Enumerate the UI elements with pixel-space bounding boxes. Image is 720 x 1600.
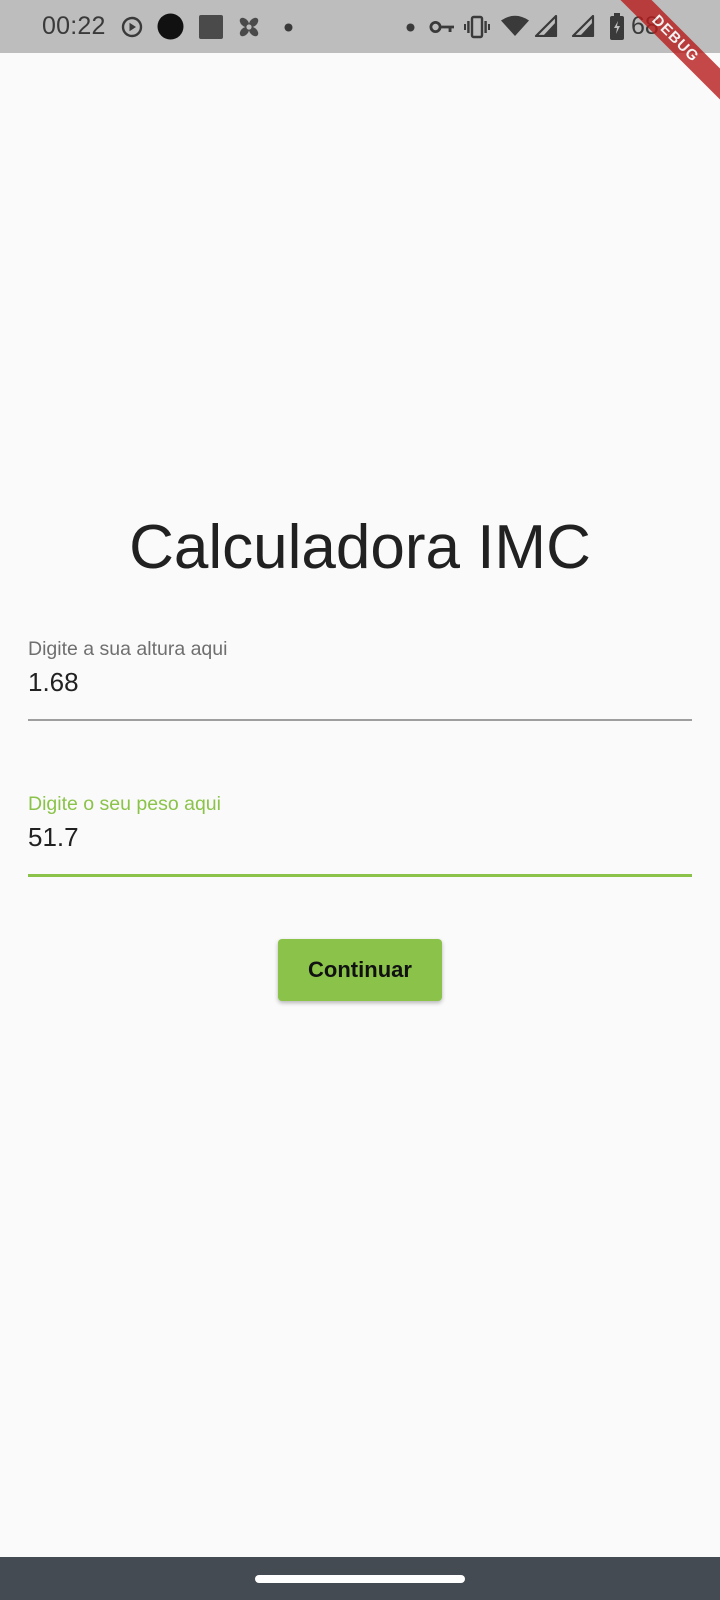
play-circle-icon: [121, 16, 143, 38]
height-field-label: Digite a sua altura aqui: [28, 638, 228, 660]
status-bar: 00:22 68: [0, 0, 720, 53]
cell-signal-icon: [534, 15, 558, 37]
square-icon: [199, 15, 223, 39]
height-field[interactable]: Digite a sua altura aqui: [28, 637, 692, 699]
height-input[interactable]: [28, 665, 692, 699]
battery-icon: [610, 13, 624, 40]
weight-field-label: Digite o seu peso aqui: [28, 793, 221, 815]
record-dot-icon: [157, 13, 184, 40]
battery-percentage: 68: [631, 12, 659, 40]
wifi-icon: [501, 15, 529, 36]
small-dot-icon: [284, 23, 293, 32]
home-indicator[interactable]: [255, 1575, 465, 1583]
weight-field[interactable]: Digite o seu peso aqui: [28, 792, 692, 854]
weight-input[interactable]: [28, 820, 692, 854]
page-title: Calculadora IMC: [129, 513, 591, 582]
vpn-key-icon: [429, 21, 454, 33]
cell-signal-icon: [571, 15, 595, 37]
continue-button[interactable]: Continuar: [278, 939, 442, 1001]
small-dot-icon: [406, 23, 415, 32]
vibrate-icon: [464, 15, 490, 39]
status-time: 00:22: [42, 12, 106, 40]
height-field-underline: [28, 719, 692, 721]
navigation-bar: [0, 1557, 720, 1600]
weight-field-underline: [28, 874, 692, 877]
fan-icon: [239, 17, 259, 37]
